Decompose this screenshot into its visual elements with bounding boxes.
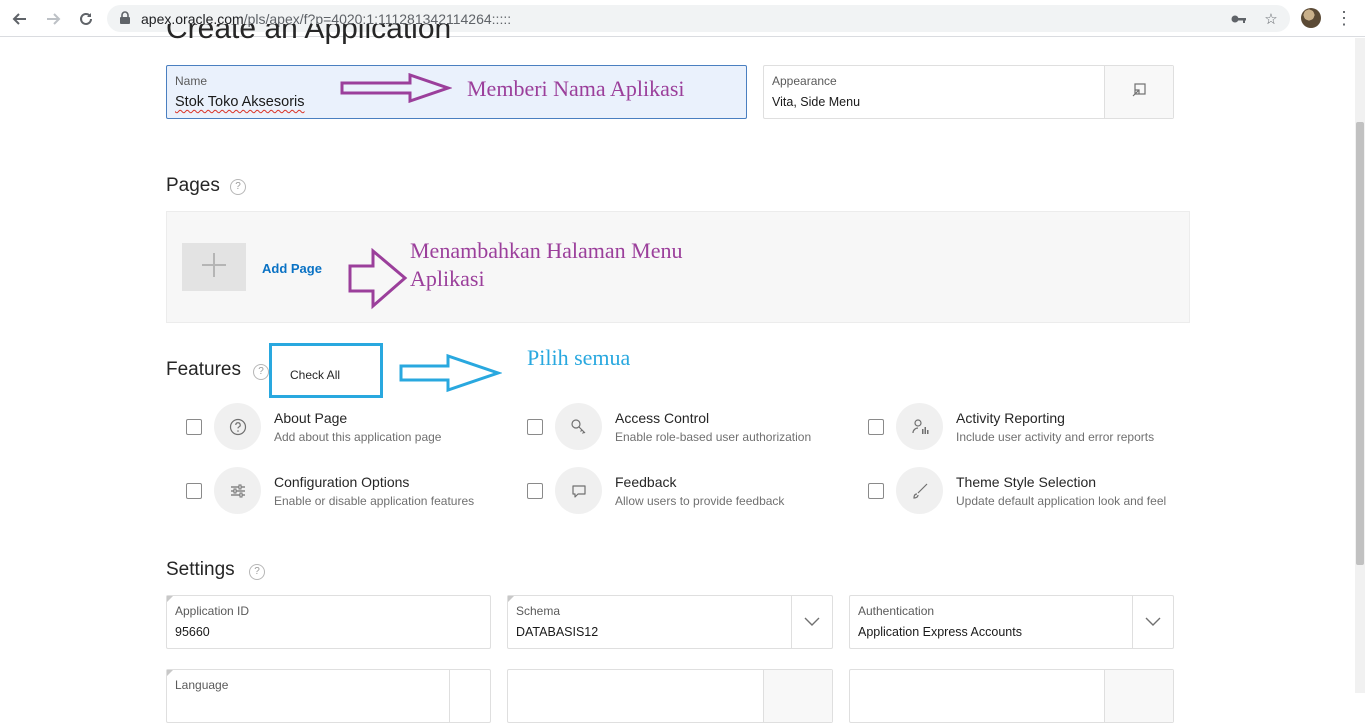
annotation-pages-line2: Aplikasi	[410, 266, 485, 291]
annotation-features-text: Pilih semua	[527, 345, 631, 370]
schema-value: DATABASIS12	[516, 625, 599, 639]
appearance-field-value: Vita, Side Menu	[772, 95, 861, 109]
add-page-tile[interactable]	[182, 243, 246, 291]
required-corner-marker	[167, 670, 173, 676]
feature-checkbox[interactable]	[527, 483, 543, 499]
feature-about-page[interactable]: About Page Add about this application pa…	[186, 403, 506, 459]
feature-checkbox[interactable]	[527, 419, 543, 435]
feature-feedback[interactable]: Feedback Allow users to provide feedback	[527, 467, 847, 523]
feature-desc: Include user activity and error reports	[956, 430, 1155, 444]
comment-icon	[555, 467, 602, 514]
feature-desc: Enable role-based user authorization	[615, 430, 812, 444]
sliders-icon	[214, 467, 261, 514]
feature-configuration-options[interactable]: Configuration Options Enable or disable …	[186, 467, 506, 523]
feature-title: Feedback	[615, 474, 677, 490]
authentication-value: Application Express Accounts	[858, 625, 1022, 639]
appearance-field[interactable]: Appearance Vita, Side Menu	[763, 65, 1174, 119]
settings-field-button[interactable]	[1104, 670, 1173, 722]
feature-desc: Enable or disable application features	[274, 494, 475, 508]
authentication-label: Authentication	[858, 604, 935, 618]
reload-icon[interactable]	[75, 8, 97, 30]
pages-title: Pages	[166, 175, 220, 196]
annotation-arrow-pages	[347, 247, 409, 315]
schema-select[interactable]: Schema DATABASIS12	[507, 595, 833, 649]
browser-menu-icon[interactable]: ⋮	[1334, 8, 1354, 28]
plus-icon	[201, 252, 227, 283]
feature-title: About Page	[274, 410, 348, 426]
feature-checkbox[interactable]	[186, 419, 202, 435]
required-corner-marker	[508, 596, 514, 602]
application-id-label: Application ID	[175, 604, 250, 618]
feature-checkbox[interactable]	[868, 483, 884, 499]
appearance-field-label: Appearance	[772, 74, 837, 88]
select-popup-icon	[1131, 82, 1147, 103]
profile-avatar[interactable]	[1301, 8, 1321, 28]
authentication-select[interactable]: Authentication Application Express Accou…	[849, 595, 1174, 649]
pages-help-icon[interactable]: ?	[230, 179, 246, 195]
lock-icon	[119, 11, 133, 25]
appearance-picker-button[interactable]	[1104, 66, 1173, 118]
name-field-value[interactable]: Stok Toko Aksesoris	[175, 94, 305, 110]
page-scrollbar-thumb[interactable]	[1356, 122, 1364, 565]
settings-field-partial-2[interactable]	[507, 669, 833, 723]
feature-title: Theme Style Selection	[956, 474, 1097, 490]
name-field-label: Name	[175, 74, 208, 88]
question-circle-icon	[214, 403, 261, 450]
settings-help-icon[interactable]: ?	[249, 564, 265, 580]
application-id-field[interactable]: Application ID 95660	[166, 595, 491, 649]
settings-title: Settings	[166, 559, 235, 580]
feature-desc: Allow users to provide feedback	[615, 494, 785, 508]
settings-field-button[interactable]	[763, 670, 832, 722]
forward-arrow-icon[interactable]	[42, 8, 64, 30]
annotation-name-text: Memberi Nama Aplikasi	[467, 76, 685, 101]
language-label: Language	[175, 678, 229, 692]
check-all-button[interactable]: Check All	[269, 343, 383, 398]
feature-checkbox[interactable]	[868, 419, 884, 435]
star-icon[interactable]: ☆	[1261, 9, 1281, 29]
brush-icon	[896, 467, 943, 514]
feature-title: Configuration Options	[274, 474, 410, 490]
settings-field-partial-3[interactable]	[849, 669, 1174, 723]
chevron-down-icon[interactable]	[1132, 596, 1173, 648]
language-field[interactable]: Language	[166, 669, 491, 723]
key-icon	[555, 403, 602, 450]
check-all-label: Check All	[290, 368, 341, 382]
annotation-arrow-features	[398, 353, 503, 398]
feature-checkbox[interactable]	[186, 483, 202, 499]
user-chart-icon	[896, 403, 943, 450]
features-help-icon[interactable]: ?	[253, 364, 269, 380]
annotation-pages-text: Menambahkan Halaman Menu Aplikasi	[410, 237, 682, 293]
feature-desc: Add about this application page	[274, 430, 442, 444]
annotation-arrow-name	[340, 72, 453, 108]
add-page-link[interactable]: Add Page	[262, 261, 322, 276]
annotation-pages-line1: Menambahkan Halaman Menu	[410, 238, 683, 263]
key-icon[interactable]	[1229, 9, 1249, 29]
language-picker-button[interactable]	[449, 670, 490, 722]
features-title: Features	[166, 359, 241, 380]
feature-title: Activity Reporting	[956, 410, 1065, 426]
schema-label: Schema	[516, 604, 561, 618]
feature-activity-reporting[interactable]: Activity Reporting Include user activity…	[868, 403, 1188, 459]
feature-desc: Update default application look and feel	[956, 494, 1167, 508]
required-corner-marker	[167, 596, 173, 602]
feature-access-control[interactable]: Access Control Enable role-based user au…	[527, 403, 847, 459]
application-id-value[interactable]: 95660	[175, 625, 210, 639]
feature-theme-style-selection[interactable]: Theme Style Selection Update default app…	[868, 467, 1188, 523]
chevron-down-icon[interactable]	[791, 596, 832, 648]
feature-title: Access Control	[615, 410, 710, 426]
back-arrow-icon[interactable]	[9, 8, 31, 30]
